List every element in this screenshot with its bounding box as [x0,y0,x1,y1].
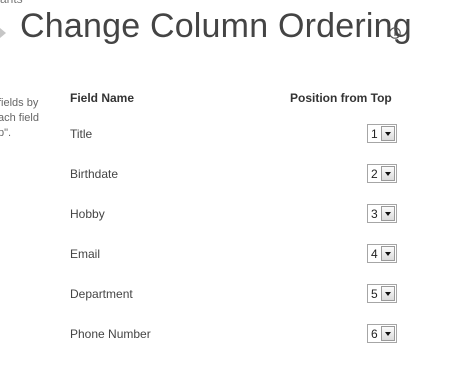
field-name-header: Field Name [70,91,135,105]
select-value: 6 [371,327,378,341]
info-circle-icon[interactable] [389,27,401,39]
position-select[interactable]: 4 [367,244,397,263]
chevron-down-icon[interactable] [381,126,395,141]
table-row: Department 5 [0,284,474,308]
chevron-down-icon[interactable] [381,326,395,341]
description-line: fields by [0,97,39,109]
position-header: Position from Top [290,91,392,105]
position-select[interactable]: 6 [367,324,397,343]
field-label: Hobby [70,207,105,221]
page: ants Change Column Ordering fields by ac… [0,0,474,376]
select-value: 4 [371,247,378,261]
position-select[interactable]: 1 [367,124,397,143]
chevron-down-icon[interactable] [381,206,395,221]
table-row: Birthdate 2 [0,164,474,188]
field-label: Birthdate [70,167,119,181]
table-row: Phone Number 6 [0,324,474,348]
field-label: Department [70,287,133,301]
chevron-down-icon[interactable] [381,246,395,261]
breadcrumb-arrow-icon [0,28,6,38]
select-value: 1 [371,127,378,141]
select-value: 3 [371,207,378,221]
field-label: Email [70,247,101,261]
position-select[interactable]: 2 [367,164,397,183]
field-label: Phone Number [70,327,151,341]
select-value: 5 [371,287,378,301]
position-select[interactable]: 3 [367,204,397,223]
chevron-down-icon[interactable] [381,286,395,301]
breadcrumb[interactable]: ants [0,0,23,6]
page-title: Change Column Ordering [20,7,412,45]
position-select[interactable]: 5 [367,284,397,303]
field-label: Title [70,127,93,141]
table-row: Title 1 [0,124,474,148]
select-value: 2 [371,167,378,181]
table-row: Email 4 [0,244,474,268]
description-line: ach field [0,112,39,124]
table-row: Hobby 3 [0,204,474,228]
chevron-down-icon[interactable] [381,166,395,181]
